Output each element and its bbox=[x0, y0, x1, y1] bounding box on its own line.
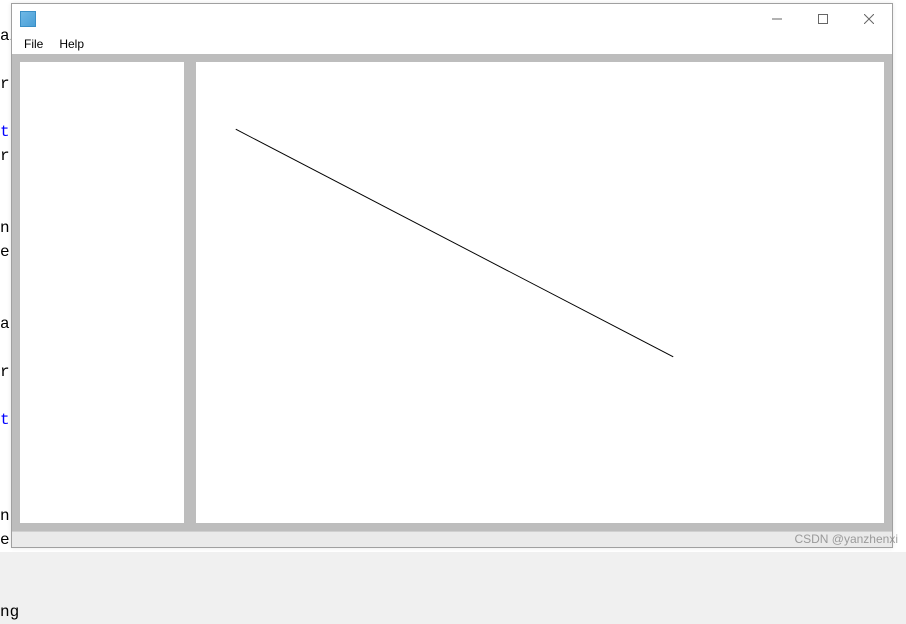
side-panel[interactable] bbox=[16, 58, 188, 527]
drawing-canvas[interactable] bbox=[192, 58, 888, 527]
menu-file[interactable]: File bbox=[16, 35, 51, 53]
app-window: File Help bbox=[11, 3, 893, 548]
minimize-button[interactable] bbox=[754, 4, 800, 34]
drawn-line bbox=[236, 129, 673, 357]
maximize-button[interactable] bbox=[800, 4, 846, 34]
status-bar bbox=[12, 531, 892, 547]
title-bar[interactable] bbox=[12, 4, 892, 34]
menu-bar: File Help bbox=[12, 34, 892, 54]
close-button[interactable] bbox=[846, 4, 892, 34]
canvas-svg bbox=[196, 62, 884, 523]
menu-help[interactable]: Help bbox=[51, 35, 92, 53]
client-area bbox=[12, 54, 892, 531]
app-icon bbox=[20, 11, 36, 27]
watermark: CSDN @yanzhenxi bbox=[794, 532, 898, 546]
